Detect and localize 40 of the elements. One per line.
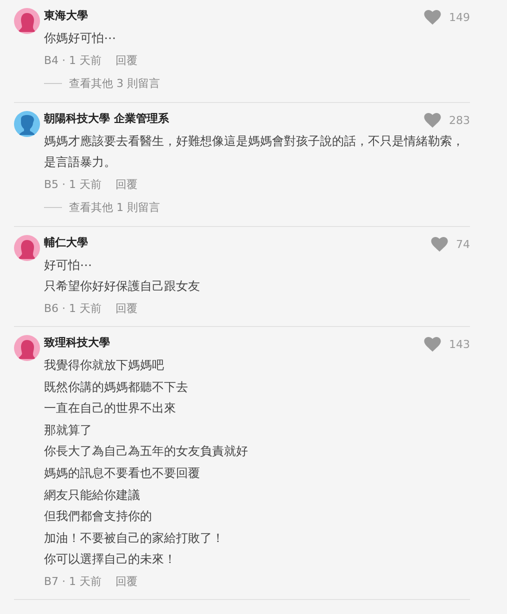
view-replies-link[interactable]: 查看其他 3 則留言 [69, 72, 160, 96]
comment-text: 我覺得你就放下媽媽吧 [44, 356, 165, 374]
comment-meta: B7 · 1 天前 [44, 574, 102, 590]
avatar[interactable] [14, 8, 40, 34]
heart-icon[interactable] [424, 10, 441, 25]
comment-text: 媽媽才應該要去看醫生，好難想像這是媽媽會對孩子說的話，不只是情緒勒索，是言語暴力。 [44, 132, 465, 172]
like-count: 283 [449, 114, 470, 127]
comment-meta: B6 · 1 天前 [44, 300, 102, 317]
author-name[interactable]: 東海大學 [44, 8, 88, 24]
comment-meta: B4 · 1 天前 [44, 52, 102, 69]
avatar[interactable] [14, 234, 40, 261]
heart-icon[interactable] [424, 112, 441, 128]
reply-link[interactable]: 回覆 [116, 570, 138, 593]
author-name[interactable]: 輔仁大學 [44, 234, 88, 251]
comment-text: 但我們都會支持你的 [44, 508, 153, 526]
view-replies-link[interactable]: 查看其他 1 則留言 [69, 196, 160, 220]
reply-link[interactable]: 回覆 [116, 50, 138, 72]
author-name[interactable]: 致理科技大學 [44, 334, 110, 351]
heart-icon[interactable] [431, 236, 448, 252]
reply-link[interactable]: 回覆 [116, 174, 138, 196]
comment-text: 好可怕⋯ [44, 256, 93, 274]
comment-text: 你長大了為自己為五年的女友負責就好 [44, 443, 249, 460]
comment-text: 一直在自己的世界不出來 [44, 400, 177, 418]
comment-text: 媽媽的訊息不要看也不要回覆 [44, 464, 201, 482]
like-count: 74 [456, 238, 470, 251]
comment-text: 既然你講的媽媽都聽不下去 [44, 378, 189, 396]
like-count: 149 [449, 11, 470, 24]
heart-icon[interactable] [424, 336, 441, 352]
comment-text: 加油！不要被自己的家給打敗了！ [44, 530, 225, 547]
avatar[interactable] [14, 334, 40, 361]
comment-text: 網友只能給你建議 [44, 486, 141, 504]
author-name[interactable]: 朝陽科技大學 企業管理系 [44, 110, 169, 127]
comment-text: 你媽好可怕⋯ [44, 30, 117, 47]
comment-text: 那就算了 [44, 422, 93, 439]
comment-text: 只希望你好好保護自己跟女友 [44, 278, 201, 296]
comment-text: 你可以選擇自己的未來！ [44, 551, 177, 568]
reply-link[interactable]: 回覆 [116, 298, 138, 320]
avatar[interactable] [14, 110, 40, 137]
comment-meta: B5 · 1 天前 [44, 176, 102, 193]
like-count: 143 [449, 338, 470, 351]
